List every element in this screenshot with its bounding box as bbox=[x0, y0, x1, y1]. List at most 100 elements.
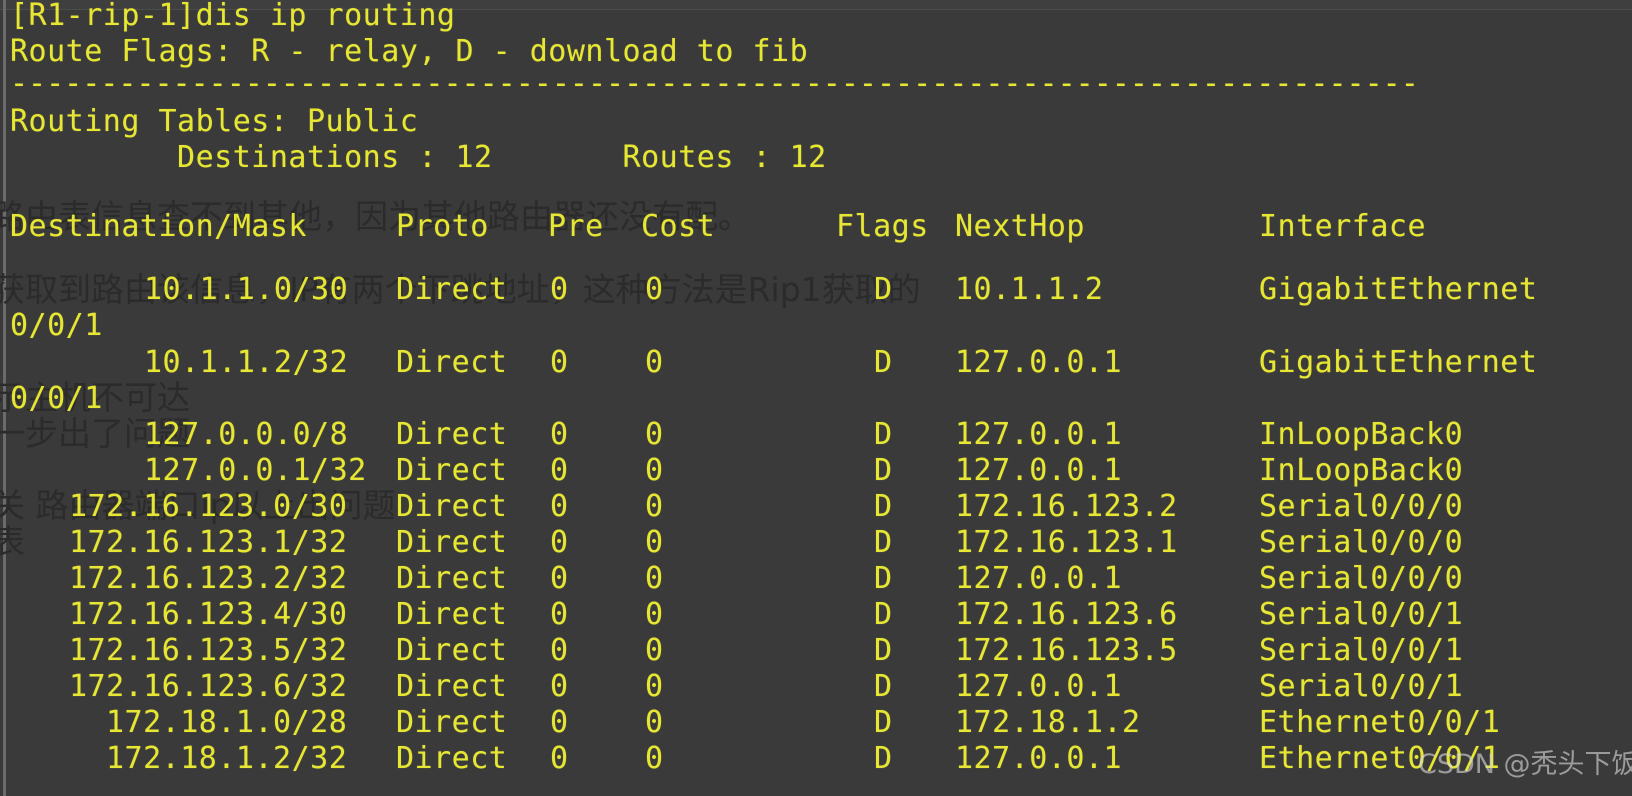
table-row: 127.0.0.1 bbox=[955, 741, 1123, 776]
table-row: 127.0.0.1 bbox=[955, 417, 1123, 452]
terminal-routing-tables-line: Routing Tables: Public bbox=[10, 104, 419, 139]
column-header-pre: Pre bbox=[548, 209, 604, 244]
table-row: Direct bbox=[396, 561, 508, 596]
terminal-separator: ----------------------------------------… bbox=[10, 66, 1419, 101]
table-row: 0 bbox=[550, 741, 569, 776]
table-row: 0 bbox=[645, 705, 664, 740]
table-row: Direct bbox=[396, 597, 508, 632]
table-row: 0 bbox=[645, 525, 664, 560]
table-row: 172.16.123.2/32 bbox=[69, 561, 348, 596]
table-row: 0 bbox=[645, 597, 664, 632]
table-row: Direct bbox=[396, 669, 508, 704]
table-row: 0 bbox=[645, 489, 664, 524]
table-row: 0 bbox=[550, 561, 569, 596]
table-row: Serial0/0/1 bbox=[1259, 633, 1464, 668]
table-row: Direct bbox=[396, 489, 508, 524]
table-row: Direct bbox=[396, 417, 508, 452]
column-header-proto: Proto bbox=[396, 209, 489, 244]
table-row: 172.18.1.2/32 bbox=[106, 741, 348, 776]
table-row: 0 bbox=[550, 669, 569, 704]
table-row: 127.0.0.0/8 bbox=[144, 417, 349, 452]
table-row: 127.0.0.1/32 bbox=[144, 453, 367, 488]
table-row: D bbox=[874, 561, 893, 596]
table-row: D bbox=[874, 345, 893, 380]
column-header-cost: Cost bbox=[641, 209, 716, 244]
table-row: D bbox=[874, 489, 893, 524]
table-row: Serial0/0/0 bbox=[1259, 525, 1464, 560]
table-row: 172.16.123.0/30 bbox=[69, 489, 348, 524]
terminal-output: [R1-rip-1]dis ip routing Route Flags: R … bbox=[0, 0, 1632, 796]
table-row: D bbox=[874, 417, 893, 452]
table-row: Direct bbox=[396, 705, 508, 740]
table-row: InLoopBack0 bbox=[1259, 453, 1464, 488]
table-row: 0 bbox=[645, 453, 664, 488]
terminal-prompt-line: [R1-rip-1]dis ip routing bbox=[10, 0, 456, 33]
table-row: 127.0.0.1 bbox=[955, 345, 1123, 380]
table-row: D bbox=[874, 633, 893, 668]
table-row: Serial0/0/0 bbox=[1259, 489, 1464, 524]
table-row: 0 bbox=[550, 272, 569, 307]
table-row: 0 bbox=[645, 741, 664, 776]
table-row: 0 bbox=[550, 633, 569, 668]
table-row: Serial0/0/1 bbox=[1259, 597, 1464, 632]
column-header-interface: Interface bbox=[1259, 209, 1427, 244]
table-row: Serial0/0/0 bbox=[1259, 561, 1464, 596]
table-row: Direct bbox=[396, 741, 508, 776]
table-row: 0 bbox=[550, 597, 569, 632]
table-row: 0 bbox=[550, 489, 569, 524]
table-row: 172.16.123.5/32 bbox=[69, 633, 348, 668]
table-row: 0 bbox=[645, 669, 664, 704]
table-row: 172.16.123.6/32 bbox=[69, 669, 348, 704]
table-row: 172.18.1.0/28 bbox=[106, 705, 348, 740]
table-row: Serial0/0/1 bbox=[1259, 669, 1464, 704]
table-row: 172.18.1.2 bbox=[955, 705, 1141, 740]
table-row: D bbox=[874, 525, 893, 560]
table-row: D bbox=[874, 705, 893, 740]
table-row: 0 bbox=[645, 345, 664, 380]
table-row: 0 bbox=[645, 633, 664, 668]
terminal-summary-line: Destinations : 12 Routes : 12 bbox=[10, 140, 827, 175]
table-row: 127.0.0.1 bbox=[955, 561, 1123, 596]
column-header-nexthop: NextHop bbox=[955, 209, 1085, 244]
table-row: 0/0/1 bbox=[10, 381, 103, 416]
table-row: 10.1.1.0/30 bbox=[144, 272, 349, 307]
table-row: Direct bbox=[396, 453, 508, 488]
table-row: 172.16.123.5 bbox=[955, 633, 1178, 668]
table-row: 0 bbox=[550, 705, 569, 740]
table-row: 0 bbox=[550, 417, 569, 452]
table-row: 172.16.123.1/32 bbox=[69, 525, 348, 560]
table-row: 0 bbox=[645, 272, 664, 307]
table-row: 127.0.0.1 bbox=[955, 453, 1123, 488]
table-row: D bbox=[874, 741, 893, 776]
table-row: GigabitEthernet bbox=[1259, 345, 1538, 380]
table-row: 0 bbox=[550, 525, 569, 560]
table-row: Direct bbox=[396, 272, 508, 307]
table-row: InLoopBack0 bbox=[1259, 417, 1464, 452]
table-row: 0 bbox=[550, 345, 569, 380]
table-row: Ethernet0/0/1 bbox=[1259, 705, 1501, 740]
csdn-watermark: CSDN @秃头下饭菜 bbox=[1418, 749, 1632, 780]
table-row: D bbox=[874, 597, 893, 632]
table-row: D bbox=[874, 669, 893, 704]
table-row: D bbox=[874, 272, 893, 307]
terminal-screenshot: 路由表信息查不到其他，因为其他路由器还没有配。 获取到路由该信息，IP有两个下跳… bbox=[0, 0, 1632, 796]
table-row: 172.16.123.1 bbox=[955, 525, 1178, 560]
table-row: 0 bbox=[550, 453, 569, 488]
table-row: 0/0/1 bbox=[10, 308, 103, 343]
column-header-destination-mask: Destination/Mask bbox=[10, 209, 307, 244]
table-row: GigabitEthernet bbox=[1259, 272, 1538, 307]
column-header-flags: Flags bbox=[836, 209, 929, 244]
table-row: Direct bbox=[396, 633, 508, 668]
table-row: D bbox=[874, 453, 893, 488]
table-row: 0 bbox=[645, 561, 664, 596]
table-row: 10.1.1.2 bbox=[955, 272, 1104, 307]
table-row: 127.0.0.1 bbox=[955, 669, 1123, 704]
table-row: Direct bbox=[396, 525, 508, 560]
table-row: 0 bbox=[645, 417, 664, 452]
table-row: 172.16.123.4/30 bbox=[69, 597, 348, 632]
table-row: 172.16.123.6 bbox=[955, 597, 1178, 632]
terminal-route-flags-line: Route Flags: R - relay, D - download to … bbox=[10, 34, 809, 69]
table-row: Direct bbox=[396, 345, 508, 380]
table-row: 172.16.123.2 bbox=[955, 489, 1178, 524]
table-row: 10.1.1.2/32 bbox=[144, 345, 349, 380]
